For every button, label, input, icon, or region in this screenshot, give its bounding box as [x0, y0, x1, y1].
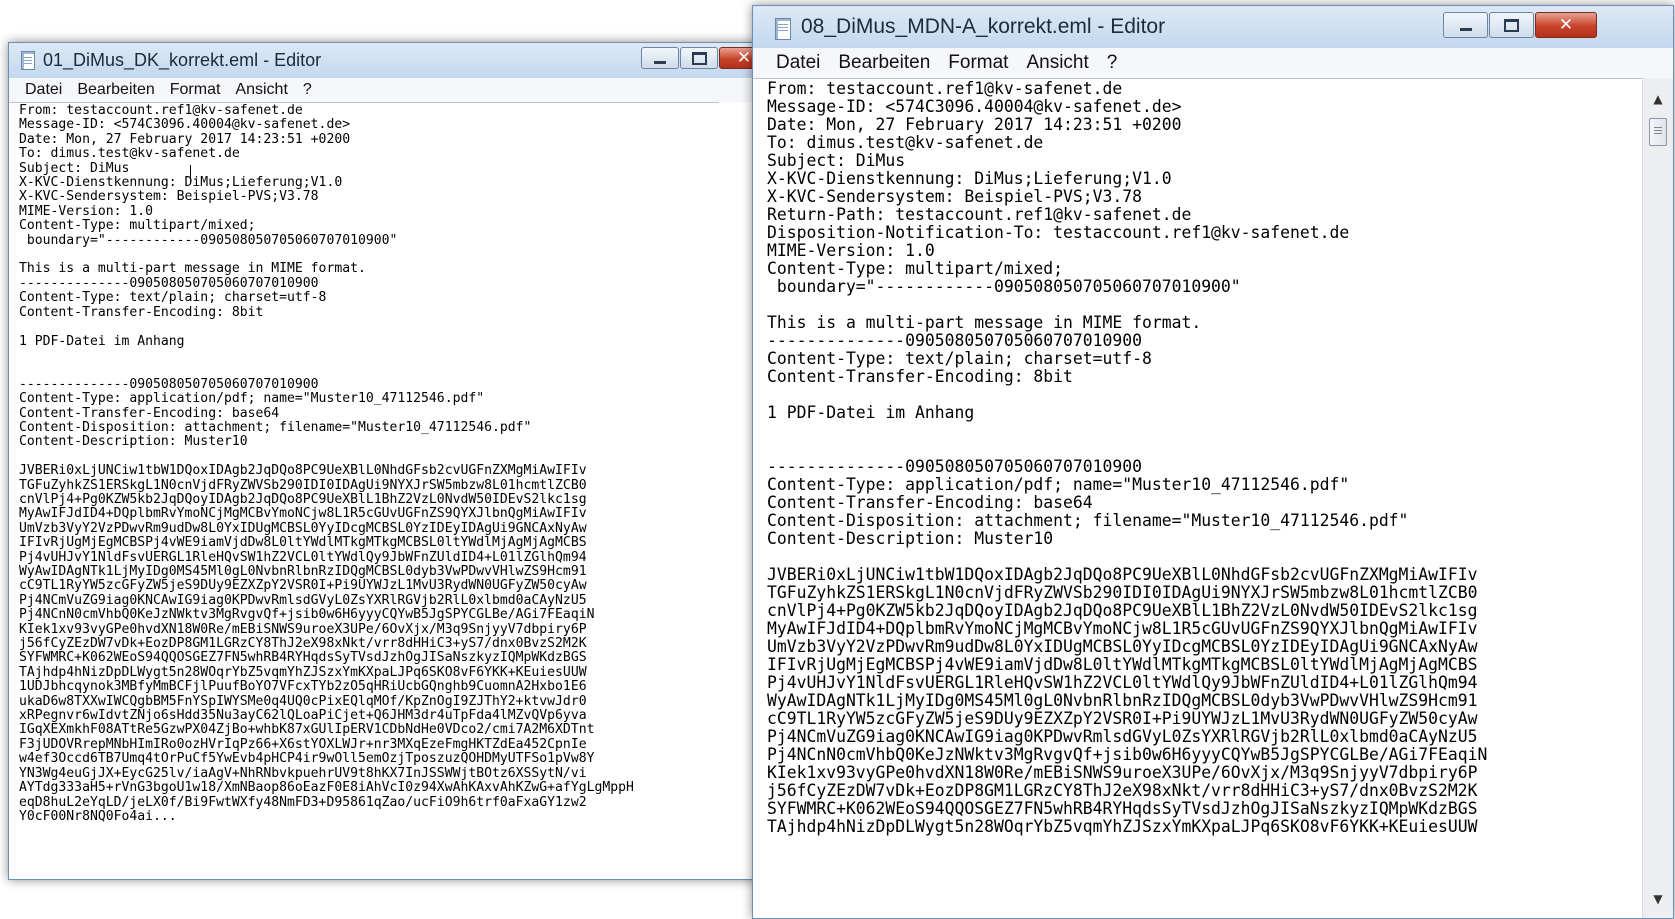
close-icon: ✕ — [736, 47, 752, 68]
scroll-down-arrow-icon[interactable]: ▼ — [1643, 888, 1673, 910]
vertical-scrollbar[interactable]: ▲ ▼ — [1642, 78, 1673, 918]
menu-datei[interactable]: Datei — [776, 52, 820, 74]
menu-bearbeiten[interactable]: Bearbeiten — [77, 81, 154, 99]
file-content[interactable]: From: testaccount.ref1@kv-safenet.de Mes… — [753, 79, 1643, 836]
maximize-button[interactable] — [1489, 12, 1534, 38]
close-button[interactable]: ✕ — [1535, 12, 1597, 38]
minimize-icon — [654, 60, 666, 64]
file-content[interactable]: From: testaccount.ref1@kv-safenet.de Mes… — [9, 103, 719, 824]
title-bar[interactable]: 01_DiMus_DK_korrekt.eml - Editor ✕ — [9, 43, 761, 79]
editor-window-left[interactable]: 01_DiMus_DK_korrekt.eml - Editor ✕ Datei… — [8, 42, 762, 880]
menu-format[interactable]: Format — [948, 52, 1008, 74]
menu-help[interactable]: ? — [303, 81, 312, 99]
menu-ansicht[interactable]: Ansicht — [235, 81, 287, 99]
notepad-document-icon — [775, 18, 791, 40]
editor-window-right[interactable]: 08_DiMus_MDN-A_korrekt.eml - Editor ✕ Da… — [752, 5, 1674, 919]
minimize-button[interactable] — [641, 47, 679, 69]
menu-ansicht[interactable]: Ansicht — [1026, 52, 1088, 74]
close-icon: ✕ — [1558, 14, 1574, 35]
menu-format[interactable]: Format — [170, 81, 221, 99]
maximize-button[interactable] — [680, 47, 718, 69]
text-cursor — [190, 165, 191, 180]
notepad-document-icon — [21, 51, 35, 70]
window-title: 08_DiMus_MDN-A_korrekt.eml - Editor — [801, 15, 1166, 38]
title-bar[interactable]: 08_DiMus_MDN-A_korrekt.eml - Editor ✕ — [753, 6, 1673, 49]
menu-bar: Datei Bearbeiten Format Ansicht ? — [9, 78, 761, 102]
scrollbar-thumb[interactable] — [1649, 118, 1667, 146]
window-title: 01_DiMus_DK_korrekt.eml - Editor — [43, 50, 322, 70]
minimize-icon — [1459, 27, 1472, 31]
text-area[interactable]: From: testaccount.ref1@kv-safenet.de Mes… — [9, 102, 719, 879]
maximize-icon — [1504, 18, 1519, 32]
menu-help[interactable]: ? — [1107, 52, 1118, 74]
maximize-icon — [691, 51, 707, 65]
scroll-up-arrow-icon[interactable]: ▲ — [1643, 88, 1673, 110]
text-area[interactable]: From: testaccount.ref1@kv-safenet.de Mes… — [753, 78, 1643, 918]
menu-bar: Datei Bearbeiten Format Ansicht ? — [753, 48, 1673, 78]
menu-bearbeiten[interactable]: Bearbeiten — [838, 52, 930, 74]
minimize-button[interactable] — [1443, 12, 1488, 38]
menu-datei[interactable]: Datei — [25, 81, 62, 99]
